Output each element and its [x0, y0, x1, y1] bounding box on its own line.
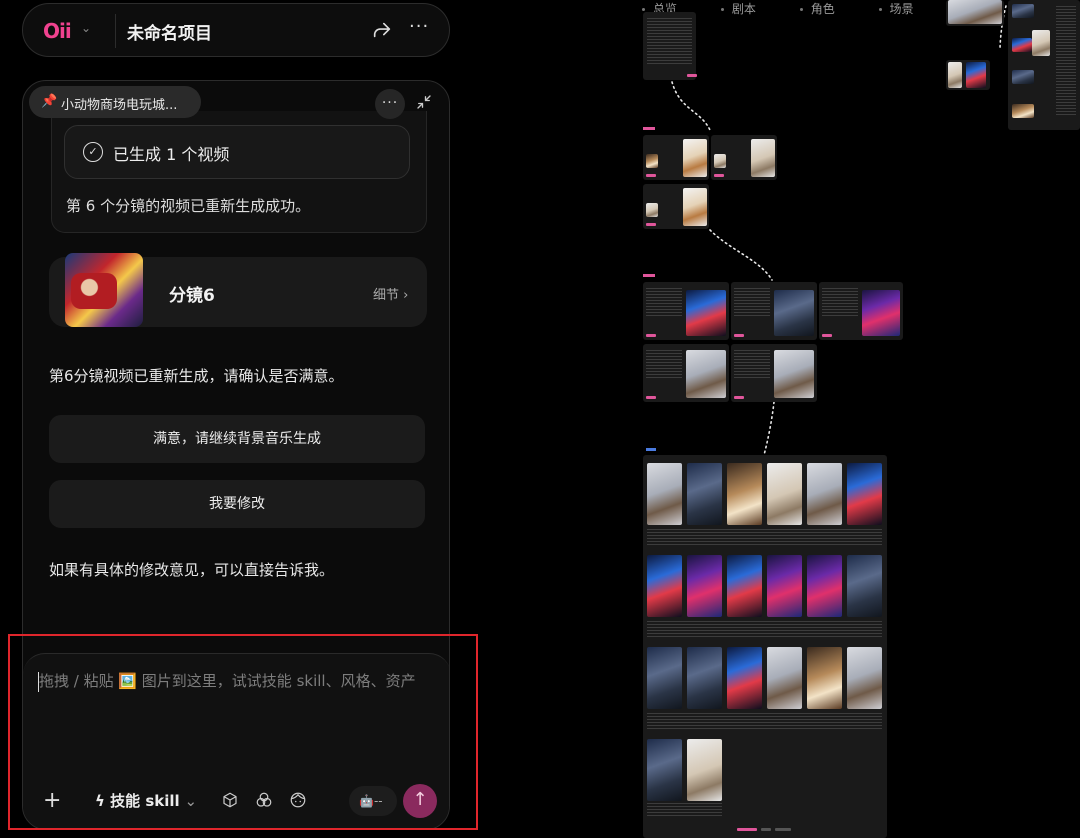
share-icon[interactable] — [371, 19, 393, 41]
character-card-dog[interactable] — [643, 135, 709, 180]
shot-detail-link[interactable]: 细节 › — [373, 284, 408, 303]
preview-node-list[interactable] — [1008, 0, 1080, 130]
project-header: Oii ⌄ 未命名项目 ··· — [22, 3, 450, 57]
scene-card-5[interactable] — [731, 344, 817, 402]
regeneration-message: 第 6 个分镜的视频已重新生成成功。 — [66, 197, 311, 215]
hint-message: 如果有具体的修改意见，可以直接告诉我。 — [49, 561, 335, 579]
app-logo[interactable]: Oii — [43, 19, 72, 43]
scene-card-2[interactable] — [731, 282, 817, 340]
pin-icon: 📌 — [41, 94, 58, 109]
chevron-down-icon[interactable]: ⌄ — [81, 21, 91, 35]
pinned-conversation-chip[interactable]: 📌 小动物商场电玩城... — [29, 86, 201, 118]
scenes-section-label — [643, 274, 655, 277]
shot-thumbnail — [65, 253, 143, 327]
character-card-cat2[interactable] — [643, 184, 709, 229]
divider — [115, 14, 116, 48]
scene-card-4[interactable] — [643, 344, 729, 402]
shot-title: 分镜6 — [169, 286, 215, 306]
panel-more-button[interactable]: ··· — [375, 89, 405, 119]
character-card-cat[interactable] — [711, 135, 777, 180]
characters-section-label — [643, 127, 655, 130]
annotation-highlight-box — [8, 634, 478, 830]
collapse-icon[interactable] — [415, 93, 433, 111]
generation-status-card: ✓ 已生成 1 个视频 第 6 个分镜的视频已重新生成成功。 — [51, 111, 427, 233]
more-options-icon[interactable]: ··· — [409, 16, 429, 37]
storyboard-board[interactable] — [643, 448, 887, 838]
preview-node-top[interactable] — [946, 0, 1004, 26]
project-title[interactable]: 未命名项目 — [127, 19, 212, 44]
script-node[interactable] — [643, 12, 697, 80]
pinned-conversation-title: 小动物商场电玩城... — [61, 98, 178, 113]
confirm-message: 第6分镜视频已重新生成，请确认是否满意。 — [49, 367, 344, 385]
scene-card-1[interactable] — [643, 282, 729, 340]
generation-done-label: 已生成 1 个视频 — [113, 145, 230, 164]
check-circle-icon: ✓ — [83, 142, 103, 162]
storyboard-shot-card[interactable]: 分镜6 细节 › — [49, 253, 427, 327]
satisfied-continue-button[interactable]: 满意，请继续背景音乐生成 — [49, 415, 425, 463]
generation-done-box: ✓ 已生成 1 个视频 — [64, 125, 410, 179]
preview-node-small[interactable] — [946, 60, 990, 90]
scene-card-3[interactable] — [819, 282, 903, 340]
request-modify-button[interactable]: 我要修改 — [49, 480, 425, 528]
